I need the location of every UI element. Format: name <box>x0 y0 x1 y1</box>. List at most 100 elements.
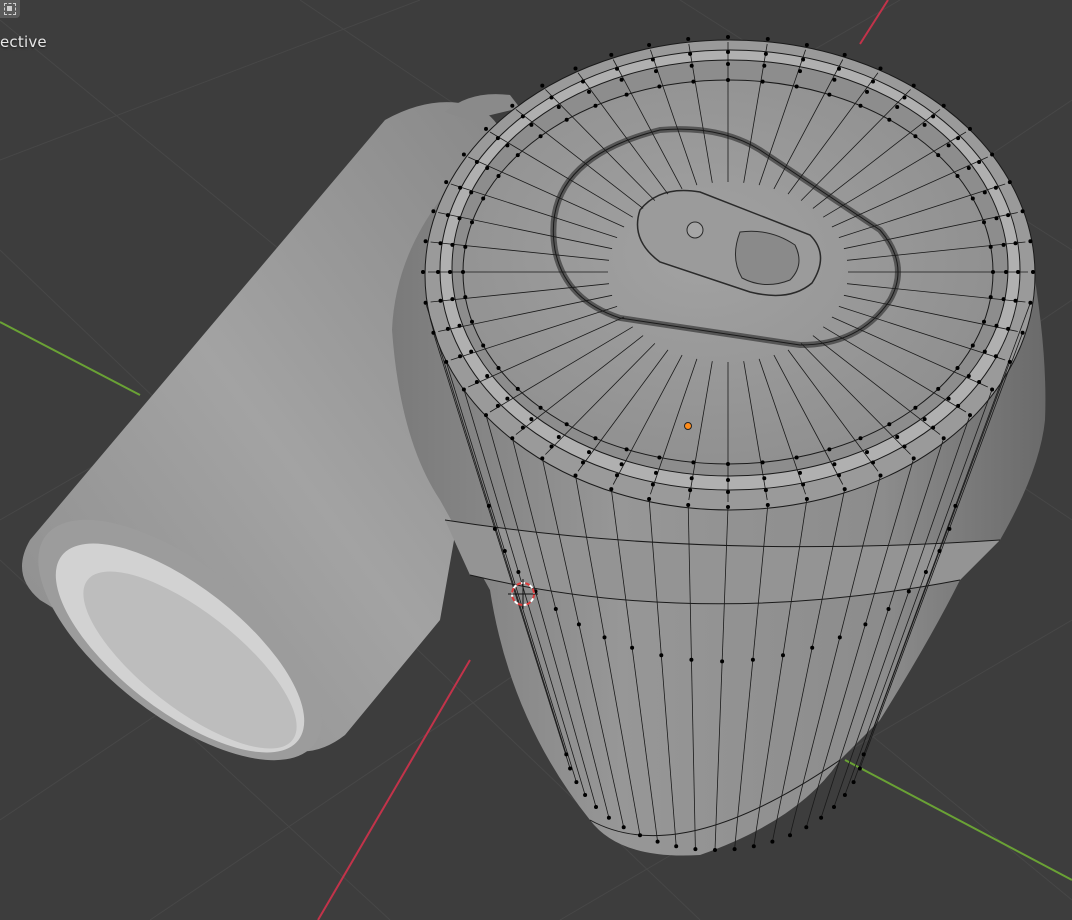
mesh-vertex <box>922 417 927 422</box>
mesh-vertex <box>529 417 534 422</box>
mesh-vertex <box>878 66 883 71</box>
mesh-vertex <box>505 143 510 148</box>
mesh-vertex <box>953 503 958 508</box>
mesh-vertex <box>686 503 691 507</box>
mesh-vertex <box>819 815 824 820</box>
mesh-vertex <box>863 622 868 627</box>
mesh-vertex <box>549 444 554 449</box>
mesh-vertex <box>529 122 534 127</box>
mesh-vertex <box>484 413 488 418</box>
mesh-vertex <box>538 134 543 139</box>
mesh-vertex <box>505 396 510 401</box>
mesh-vertex <box>484 126 488 131</box>
mesh-vertex <box>982 349 987 354</box>
mesh-vertex <box>448 270 452 274</box>
mesh-vertex <box>878 473 883 478</box>
mesh-vertex <box>931 425 936 430</box>
mesh-vertex <box>966 374 971 378</box>
mesh-vertex <box>659 653 664 658</box>
mesh-vertex <box>936 386 941 391</box>
mesh-vertex <box>1006 213 1011 218</box>
mesh-vertex <box>485 374 490 378</box>
mesh-vertex <box>1004 270 1008 274</box>
mesh-vertex <box>609 52 614 57</box>
mesh-vertex <box>431 209 436 214</box>
mesh-vertex <box>587 89 591 94</box>
mesh-vertex <box>495 403 500 408</box>
mesh-vertex <box>977 380 982 384</box>
mesh-vertex <box>732 847 737 852</box>
mesh-vertex <box>968 413 972 418</box>
mesh-vertex <box>444 359 449 364</box>
mesh-vertex <box>520 425 525 430</box>
mesh-vertex <box>657 84 662 89</box>
box-select-icon[interactable] <box>0 0 20 18</box>
mesh-vertex <box>858 436 863 441</box>
mesh-vertex <box>970 196 975 201</box>
mesh-vertex <box>474 380 479 384</box>
mesh-vertex <box>871 460 875 465</box>
mesh-vertex <box>593 436 598 441</box>
mesh-vertex <box>982 220 986 225</box>
mesh-vertex <box>650 57 655 62</box>
mesh-vertex <box>436 270 440 274</box>
mesh-vertex <box>726 490 730 494</box>
mesh-vertex <box>502 549 507 553</box>
mesh-vertex <box>457 216 462 221</box>
mesh-vertex <box>726 478 730 482</box>
mesh-vertex <box>990 152 995 157</box>
mesh-vertex <box>510 103 515 108</box>
mesh-vertex <box>423 300 428 305</box>
mesh-vertex <box>650 482 655 487</box>
mesh-vertex <box>469 190 474 195</box>
mesh-vertex <box>568 766 573 771</box>
mesh-vertex <box>946 143 951 148</box>
mesh-vertex <box>1016 270 1020 274</box>
3d-viewport[interactable]: ective <box>0 0 1072 920</box>
mesh-vertex <box>726 35 730 39</box>
mesh-vertex <box>423 239 428 244</box>
mesh-vertex <box>647 497 652 501</box>
mesh-vertex <box>647 43 652 47</box>
mesh-vertex <box>1001 242 1006 247</box>
mesh-vertex <box>458 185 463 190</box>
mesh-vertex <box>832 462 837 467</box>
mesh-vertex <box>496 366 501 370</box>
mesh-vertex <box>982 190 987 195</box>
mesh-vertex <box>463 244 468 249</box>
mesh-vertex <box>624 92 629 97</box>
mesh-vertex <box>1028 300 1033 305</box>
mesh-vertex <box>576 622 581 627</box>
mesh-vertex <box>444 180 449 185</box>
mesh-vertex <box>794 455 799 460</box>
mesh-vertex <box>540 456 545 461</box>
mesh-vertex <box>832 77 837 82</box>
mesh-vertex <box>720 659 725 664</box>
mesh-vertex <box>553 607 558 611</box>
mesh-vertex <box>445 326 450 331</box>
mesh-vertex <box>750 657 755 662</box>
mesh-vertex <box>913 405 918 410</box>
mesh-vertex <box>937 549 942 553</box>
scene-canvas[interactable] <box>0 0 1072 920</box>
mesh-vertex <box>689 63 694 68</box>
mesh-vertex <box>481 343 486 348</box>
mesh-vertex <box>931 114 936 119</box>
mesh-vertex <box>549 95 554 100</box>
mesh-vertex <box>993 185 998 190</box>
mesh-vertex <box>1013 298 1018 303</box>
mesh-vertex <box>556 435 561 439</box>
mesh-vertex <box>991 270 995 274</box>
y-axis-line-right <box>844 759 1072 881</box>
mesh-vertex <box>1001 297 1006 302</box>
object-origin-dot <box>684 422 692 430</box>
mesh-vertex <box>688 488 693 493</box>
mesh-vertex <box>804 43 809 47</box>
mesh-vertex <box>895 435 900 439</box>
mesh-vertex <box>516 570 521 574</box>
mesh-vertex <box>923 570 928 574</box>
mesh-vertex <box>463 295 468 300</box>
mesh-vertex <box>520 114 525 119</box>
mesh-vertex <box>431 330 436 335</box>
mesh-vertex <box>686 37 691 41</box>
